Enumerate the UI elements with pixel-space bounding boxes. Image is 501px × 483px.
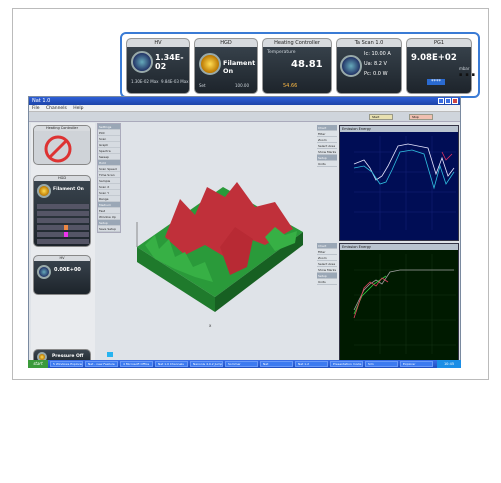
disabled-icon	[44, 135, 72, 163]
heating-sub: 54.66	[283, 83, 298, 89]
taskbar-item[interactable]: Nat - new Feature	[85, 361, 118, 367]
heating-value: 48.81	[291, 59, 323, 70]
bulb-icon	[37, 184, 51, 198]
stop-button[interactable]: Stop	[409, 114, 433, 120]
taskbar-item[interactable]: Sommer	[225, 361, 258, 367]
blue-marker	[107, 352, 113, 357]
hgd-sub1: Set	[199, 83, 206, 88]
hgd-widget[interactable]: HGD Filament On Set 100.00	[194, 38, 258, 94]
heating-widget[interactable]: Heating Controller Temperature 48.81 54.…	[262, 38, 332, 94]
hgd-table	[37, 204, 89, 244]
taskbar-item[interactable]: Presentation mode	[330, 361, 363, 367]
menu-bar: File Channels Help	[29, 105, 460, 112]
heating-widget-title: Heating Controller	[263, 39, 331, 47]
menu-item[interactable]: Channels	[46, 106, 67, 111]
chart-option-item[interactable]: Units	[317, 279, 337, 285]
heating-sidebar-widget[interactable]: Heating Controller	[33, 125, 91, 165]
emission-graph-bottom: Emission Energy	[339, 243, 459, 365]
toolbar: Start Stop	[29, 112, 460, 122]
pg1-indicator: ****	[427, 79, 445, 85]
hv-sidebar-widget[interactable]: HV 0.00E+00	[33, 255, 91, 295]
hv-sidebar-value: 0.00E+00	[54, 267, 81, 273]
gauge-icon	[340, 55, 362, 77]
hgd-sidebar-value: Filament On	[53, 187, 84, 192]
graph-plot-top	[353, 136, 456, 230]
taskbar-item[interactable]: Nat 1.2	[295, 361, 328, 367]
chart-option-item[interactable]: Units	[317, 161, 337, 167]
tascan-line2: Ua: 8.2 V	[364, 61, 387, 67]
pressure-value: Pressure Off	[52, 354, 84, 359]
widget-sidebar: Heating Controller HGD Filament On HV 0.…	[31, 123, 95, 367]
tascan-widget[interactable]: Ta Scan 1.0 Ic: 10.00 A Ua: 8.2 V Pc: 0.…	[336, 38, 402, 94]
app-window: Nat 1.0 File Channels Help Start Stop He…	[28, 96, 461, 368]
hgd-sidebar-title: HGD	[34, 176, 90, 181]
hv-widget[interactable]: HV 1.34E-02 1.30E-02 Max 9.84E-03 Max	[126, 38, 190, 94]
tascan-widget-title: Ta Scan 1.0	[337, 39, 401, 47]
gauge-icon	[131, 51, 153, 73]
heating-label: Temperature	[267, 50, 296, 55]
taskbar-item[interactable]: Nat	[260, 361, 293, 367]
hgd-widget-title: HGD	[195, 39, 257, 47]
more-ellipsis: ...	[458, 64, 477, 80]
pg1-widget-title: PG1	[407, 39, 471, 47]
hv-sub2: 9.84E-03 Max	[161, 79, 189, 84]
start-button[interactable]: start	[28, 360, 48, 368]
widget-strip: HV 1.34E-02 1.30E-02 Max 9.84E-03 Max HG…	[120, 32, 480, 98]
svg-text:x: x	[209, 323, 212, 328]
hgd-sidebar-widget[interactable]: HGD Filament On	[33, 175, 91, 247]
taskbar-item[interactable]: 4 Microsoft Office	[120, 361, 153, 367]
window-controls	[438, 98, 458, 104]
gauge-icon	[37, 265, 51, 279]
emission-graph-top: Emission Energy	[339, 125, 459, 241]
taskbar-item[interactable]: Nanonis 4.9.2 Jump	[190, 361, 223, 367]
window-title: Nat 1.0	[32, 98, 51, 104]
title-bar: Nat 1.0	[29, 97, 460, 105]
tascan-line1: Ic: 10.00 A	[364, 51, 391, 57]
hgd-sub2: 100.00	[235, 83, 249, 88]
bulb-icon	[199, 53, 221, 75]
terrain-3d-plot: x	[125, 127, 315, 362]
taskbar: start 10:45 5 Windows Explorer Nat - new …	[28, 360, 461, 368]
taskbar-item[interactable]: Sim	[365, 361, 398, 367]
taskbar-item[interactable]: Nat 1.0 Channels	[155, 361, 188, 367]
hv-value: 1.34E-02	[155, 53, 184, 71]
start-button[interactable]: Start	[369, 114, 393, 120]
clock: 10:45	[437, 360, 461, 368]
hv-widget-title: HV	[127, 39, 189, 47]
hv-sidebar-title: HV	[34, 256, 90, 261]
pg1-value: 9.08E+02	[411, 53, 457, 63]
nav-panel: Settings Plot Scan Graph Spectra Sweep Hold Sca…	[97, 123, 121, 233]
hv-sub1: 1.30E-02 Max	[131, 79, 159, 84]
graph-plot-bottom	[353, 254, 456, 354]
tascan-line3: Pc: 0.0 W	[364, 71, 388, 77]
minimize-icon[interactable]	[438, 98, 444, 104]
taskbar-item[interactable]: Explorer	[400, 361, 433, 367]
taskbar-item[interactable]: 5 Windows Explorer	[50, 361, 83, 367]
hgd-value: Filament On	[223, 59, 256, 75]
menu-item[interactable]: File	[32, 106, 40, 111]
menu-item[interactable]: Help	[73, 106, 83, 111]
nav-item[interactable]: Save Setup	[98, 226, 120, 232]
maximize-icon[interactable]	[445, 98, 451, 104]
close-icon[interactable]	[452, 98, 458, 104]
